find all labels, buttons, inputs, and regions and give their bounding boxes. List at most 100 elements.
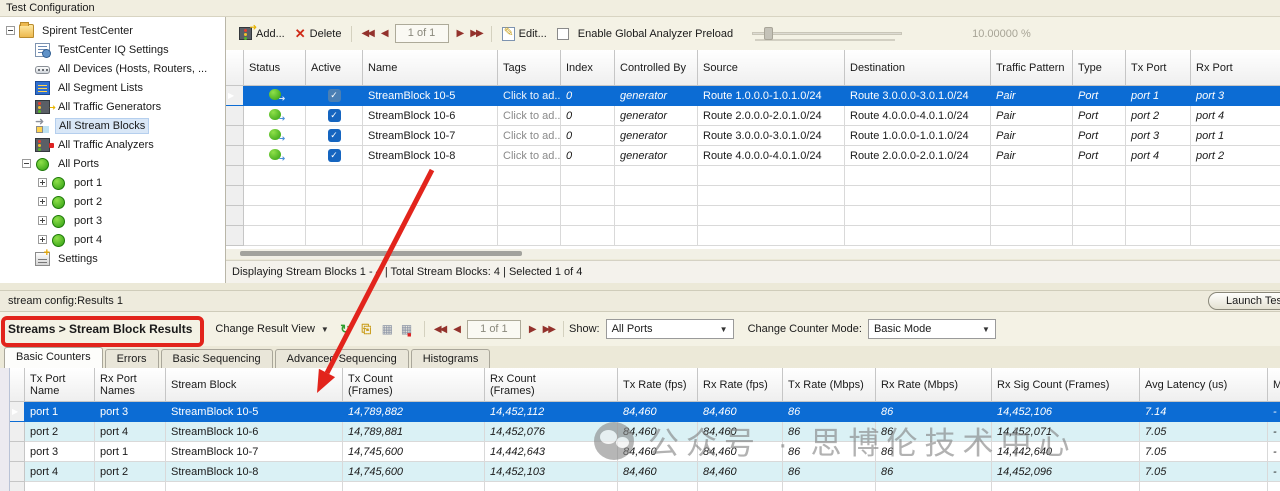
empty-cell[interactable] — [845, 166, 991, 186]
table-cell[interactable]: Click to ad... — [498, 146, 561, 166]
tree-item-all-segment-lists[interactable]: All Segment Lists — [0, 78, 225, 97]
tree-item-port-2[interactable]: port 2 — [0, 192, 225, 211]
table-row[interactable]: ✓ StreamBlock 10-6Click to ad...0generato… — [226, 106, 1280, 126]
table-cell[interactable]: - — [1268, 442, 1280, 462]
table-cell[interactable]: StreamBlock 10-7 — [166, 442, 343, 462]
expand-icon[interactable] — [38, 197, 47, 206]
scrollbar-thumb[interactable] — [240, 251, 522, 256]
table-cell[interactable]: port 1 — [25, 402, 95, 422]
load-percent-slider[interactable] — [752, 26, 912, 42]
table-cell[interactable] — [244, 106, 306, 126]
empty-cell[interactable] — [485, 482, 618, 491]
table-cell[interactable]: port 2 — [1191, 146, 1280, 166]
table-cell[interactable]: ✓ — [306, 146, 363, 166]
empty-table-row[interactable] — [10, 482, 1280, 491]
table-cell[interactable]: port 4 — [1191, 106, 1280, 126]
table-cell[interactable]: 86 — [783, 442, 876, 462]
table-cell[interactable]: ✓ — [306, 106, 363, 126]
table-cell[interactable]: Route 4.0.0.0-4.0.1.0/24 — [698, 146, 845, 166]
table-cell[interactable]: StreamBlock 10-6 — [363, 106, 498, 126]
empty-cell[interactable] — [1126, 226, 1191, 246]
table-cell[interactable]: port 3 — [1191, 86, 1280, 106]
empty-cell[interactable] — [498, 186, 561, 206]
save-results-icon[interactable]: ▦■ — [401, 322, 416, 339]
empty-cell[interactable] — [363, 206, 498, 226]
empty-cell[interactable] — [876, 482, 992, 491]
column-header[interactable]: Tx Port — [1126, 50, 1191, 86]
tab-advanced-sequencing[interactable]: Advanced Sequencing — [274, 349, 409, 368]
table-cell[interactable]: 84,460 — [618, 422, 698, 442]
empty-cell[interactable] — [343, 482, 485, 491]
expand-icon[interactable] — [38, 178, 47, 187]
table-cell[interactable]: StreamBlock 10-6 — [166, 422, 343, 442]
empty-cell[interactable] — [244, 226, 306, 246]
table-cell[interactable]: StreamBlock 10-7 — [363, 126, 498, 146]
empty-cell[interactable] — [845, 226, 991, 246]
table-cell[interactable]: generator — [615, 146, 698, 166]
empty-cell[interactable] — [306, 166, 363, 186]
empty-cell[interactable] — [561, 226, 615, 246]
table-cell[interactable]: 0 — [561, 146, 615, 166]
empty-cell[interactable] — [363, 186, 498, 206]
table-cell[interactable]: 86 — [783, 422, 876, 442]
empty-cell[interactable] — [1126, 186, 1191, 206]
add-button[interactable]: Add... — [234, 22, 290, 42]
column-header[interactable]: Status — [244, 50, 306, 86]
empty-cell[interactable] — [244, 166, 306, 186]
horizontal-scrollbar[interactable] — [226, 249, 1280, 259]
column-header[interactable]: Source — [698, 50, 845, 86]
table-cell[interactable]: StreamBlock 10-8 — [166, 462, 343, 482]
column-header[interactable]: Rx Sig Count (Frames) — [992, 368, 1140, 402]
empty-cell[interactable] — [992, 482, 1140, 491]
empty-cell[interactable] — [991, 206, 1073, 226]
row-selector-cell[interactable] — [226, 226, 244, 246]
empty-cell[interactable] — [1140, 482, 1268, 491]
row-selector-cell[interactable] — [226, 126, 244, 146]
results-last-page-button[interactable]: ▶▶ — [539, 324, 558, 335]
table-row[interactable]: port 4 port 2 StreamBlock 10-8 14,745,600 14… — [10, 462, 1280, 482]
active-checkbox[interactable]: ✓ — [327, 109, 341, 122]
table-cell[interactable]: - — [1268, 422, 1280, 442]
table-cell[interactable]: 7.05 — [1140, 422, 1268, 442]
table-cell[interactable]: Port — [1073, 86, 1126, 106]
table-cell[interactable]: Click to ad... — [498, 106, 561, 126]
table-cell[interactable]: Route 1.0.0.0-1.0.1.0/24 — [698, 86, 845, 106]
table-cell[interactable]: StreamBlock 10-5 — [166, 402, 343, 422]
table-cell[interactable]: 0 — [561, 126, 615, 146]
column-header[interactable]: Active — [306, 50, 363, 86]
table-cell[interactable]: 14,452,112 — [485, 402, 618, 422]
table-cell[interactable]: 14,789,881 — [343, 422, 485, 442]
table-cell[interactable]: StreamBlock 10-5 — [363, 86, 498, 106]
row-selector-cell[interactable] — [10, 442, 25, 462]
row-selector-cell[interactable] — [226, 166, 244, 186]
column-header[interactable]: M — [1268, 368, 1280, 402]
table-cell[interactable]: 86 — [783, 402, 876, 422]
collapse-icon[interactable] — [6, 26, 15, 35]
table-cell[interactable]: Click to ad... — [498, 126, 561, 146]
empty-cell[interactable] — [306, 186, 363, 206]
change-result-view-dropdown[interactable]: Change Result View ▼ — [209, 321, 334, 337]
table-cell[interactable]: 7.05 — [1140, 462, 1268, 482]
empty-cell[interactable] — [615, 186, 698, 206]
table-cell[interactable]: 84,460 — [698, 462, 783, 482]
prev-page-button[interactable]: ◀ — [377, 28, 391, 39]
column-header[interactable]: Destination — [845, 50, 991, 86]
empty-cell[interactable] — [561, 186, 615, 206]
results-prev-page-button[interactable]: ◀ — [449, 324, 463, 335]
empty-cell[interactable] — [1191, 186, 1280, 206]
table-cell[interactable]: 0 — [561, 86, 615, 106]
empty-cell[interactable] — [991, 186, 1073, 206]
refresh-results-icon[interactable]: ↻ — [338, 322, 353, 337]
empty-cell[interactable] — [698, 166, 845, 186]
table-cell[interactable]: - — [1268, 402, 1280, 422]
table-cell[interactable]: port 4 — [1126, 146, 1191, 166]
tree-item-all-traffic-generators[interactable]: All Traffic Generators — [0, 97, 225, 116]
column-header[interactable]: Rx Port — [1191, 50, 1280, 86]
tree-item-settings[interactable]: Settings — [0, 247, 225, 268]
table-cell[interactable]: - — [1268, 462, 1280, 482]
table-cell[interactable]: generator — [615, 86, 698, 106]
row-selector-cell[interactable] — [226, 106, 244, 126]
table-cell[interactable]: 86 — [876, 442, 992, 462]
table-cell[interactable]: port 3 — [25, 442, 95, 462]
results-next-page-button[interactable]: ▶ — [525, 324, 539, 335]
